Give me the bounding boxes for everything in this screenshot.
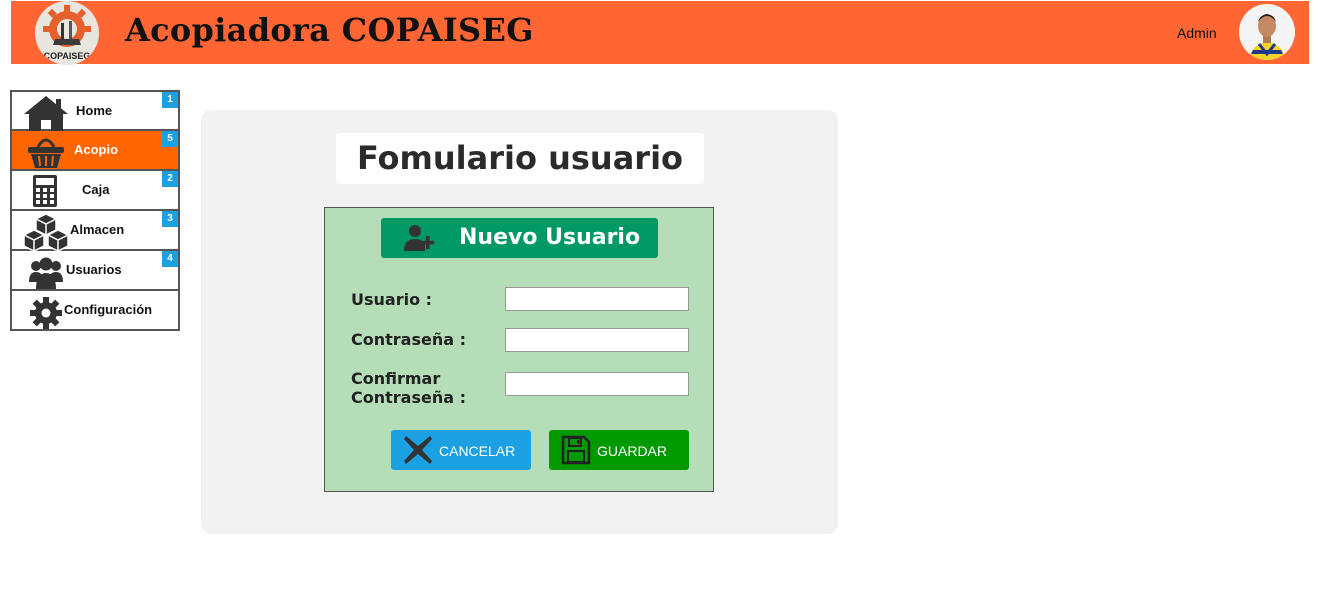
sidebar-item-label: Acopio [74, 142, 119, 157]
usuario-label: Usuario : [351, 290, 433, 309]
sidebar-item-label: Home [76, 103, 113, 118]
top-header: COPAISEG Acopiadora COPAISEG Admin [11, 1, 1309, 65]
cancel-button[interactable]: CANCELAR [391, 430, 531, 470]
close-icon [403, 435, 433, 465]
save-label: GUARDAR [597, 443, 668, 459]
sidebar-item-almacen[interactable]: Almacen 3 [10, 211, 180, 251]
basket-icon [24, 133, 64, 169]
app-title: Acopiadora COPAISEG [125, 11, 534, 49]
new-user-label: Nuevo Usuario [459, 225, 641, 250]
badge-count: 1 [162, 92, 178, 108]
boxes-icon [23, 213, 69, 251]
sidebar-item-label: Usuarios [66, 262, 122, 277]
badge-count: 4 [162, 251, 178, 267]
calculator-icon [24, 173, 64, 209]
gear-icon [24, 293, 64, 329]
badge-count: 5 [162, 131, 178, 147]
users-icon [24, 253, 64, 289]
user-form: Nuevo Usuario Usuario : Contraseña : Con… [324, 207, 714, 492]
confirmar-contrasena-input[interactable] [505, 372, 689, 396]
sidebar-item-label: Almacen [70, 222, 125, 237]
sidebar-item-home[interactable]: Home 1 [10, 90, 180, 131]
usuario-input[interactable] [505, 287, 689, 311]
page-title: Fomulario usuario [356, 139, 684, 177]
sidebar-item-configuracion[interactable]: Configuración [10, 291, 180, 331]
main-panel: Fomulario usuario Nuevo Usuario Usuario … [201, 110, 838, 534]
badge-count: 3 [162, 211, 178, 227]
badge-count: 2 [162, 171, 178, 187]
save-button[interactable]: GUARDAR [549, 430, 689, 470]
add-user-icon [403, 224, 437, 252]
sidebar-item-usuarios[interactable]: Usuarios 4 [10, 251, 180, 291]
sidebar-item-caja[interactable]: Caja 2 [10, 171, 180, 211]
user-name: Admin [1177, 25, 1217, 41]
contrasena-label: Contraseña : [351, 330, 466, 349]
form-title-box: Fomulario usuario [336, 133, 704, 184]
sidebar-item-label: Caja [82, 182, 110, 197]
home-icon [24, 94, 68, 131]
confirmar-line1: Confirmar [351, 369, 441, 388]
sidebar-item-acopio[interactable]: Acopio 5 [10, 131, 180, 171]
floppy-disk-icon [561, 435, 591, 465]
logo-text: COPAISEG [44, 51, 91, 61]
cancel-label: CANCELAR [439, 443, 516, 459]
sidebar-item-label: Configuración [64, 302, 153, 317]
confirmar-contrasena-label: Confirmar Contraseña : [351, 369, 466, 407]
user-avatar[interactable] [1239, 4, 1295, 60]
sidebar-nav: Home 1 Acopio 5 Caja 2 Almacen 3 Usuario… [10, 90, 180, 331]
confirmar-line2: Contraseña : [351, 388, 466, 407]
contrasena-input[interactable] [505, 328, 689, 352]
copaiseg-logo[interactable]: COPAISEG [35, 1, 99, 65]
new-user-button[interactable]: Nuevo Usuario [381, 218, 658, 258]
